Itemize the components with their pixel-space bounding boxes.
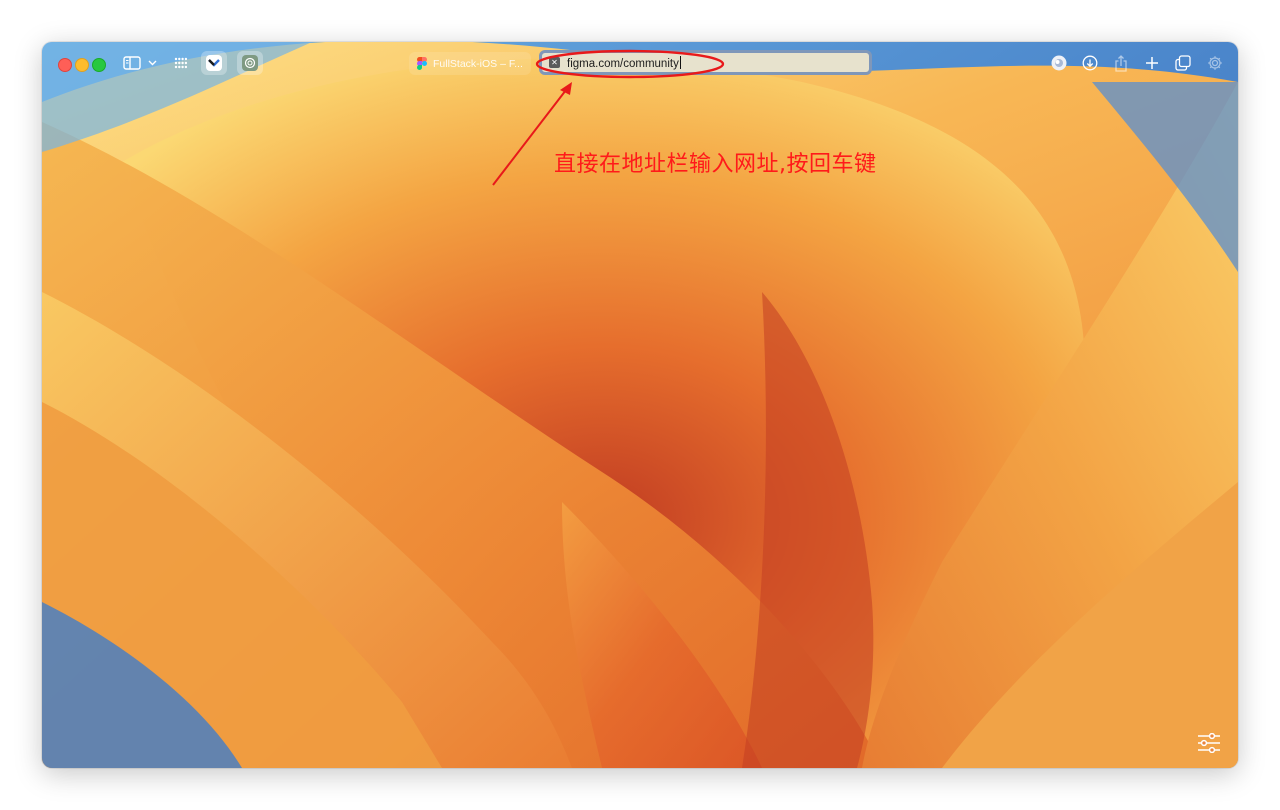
gear-icon[interactable]	[1205, 52, 1225, 74]
close-icon[interactable]: ✕	[549, 57, 560, 68]
address-bar[interactable]: ✕ figma.com/community	[539, 50, 872, 75]
text-caret	[679, 55, 681, 69]
bookmark-extension-icon[interactable]	[201, 51, 227, 75]
tab-figma[interactable]: FullStack-iOS – F...	[409, 52, 531, 75]
desktop-wallpaper	[42, 42, 1238, 768]
close-button[interactable]	[58, 58, 72, 72]
chevron-down-icon[interactable]	[146, 52, 158, 74]
tabs-overview-icon[interactable]	[1173, 52, 1193, 74]
download-icon[interactable]	[1080, 52, 1100, 74]
figma-icon	[417, 57, 427, 70]
grid-icon[interactable]	[172, 52, 190, 74]
zoom-button[interactable]	[92, 58, 106, 72]
sidebar-icon[interactable]	[122, 52, 142, 74]
profile-icon[interactable]	[1049, 52, 1069, 74]
browser-window: FullStack-iOS – F... ✕ figma.com/communi…	[42, 42, 1238, 768]
share-icon[interactable]	[1111, 52, 1131, 74]
minimize-button[interactable]	[75, 58, 89, 72]
browser-toolbar: FullStack-iOS – F... ✕ figma.com/communi…	[42, 42, 1238, 84]
sliders-icon[interactable]	[1197, 732, 1221, 755]
tab-title: FullStack-iOS – F...	[433, 57, 523, 70]
openai-extension-icon[interactable]	[237, 51, 263, 75]
address-input[interactable]: figma.com/community	[567, 55, 681, 70]
plus-icon[interactable]	[1142, 52, 1162, 74]
